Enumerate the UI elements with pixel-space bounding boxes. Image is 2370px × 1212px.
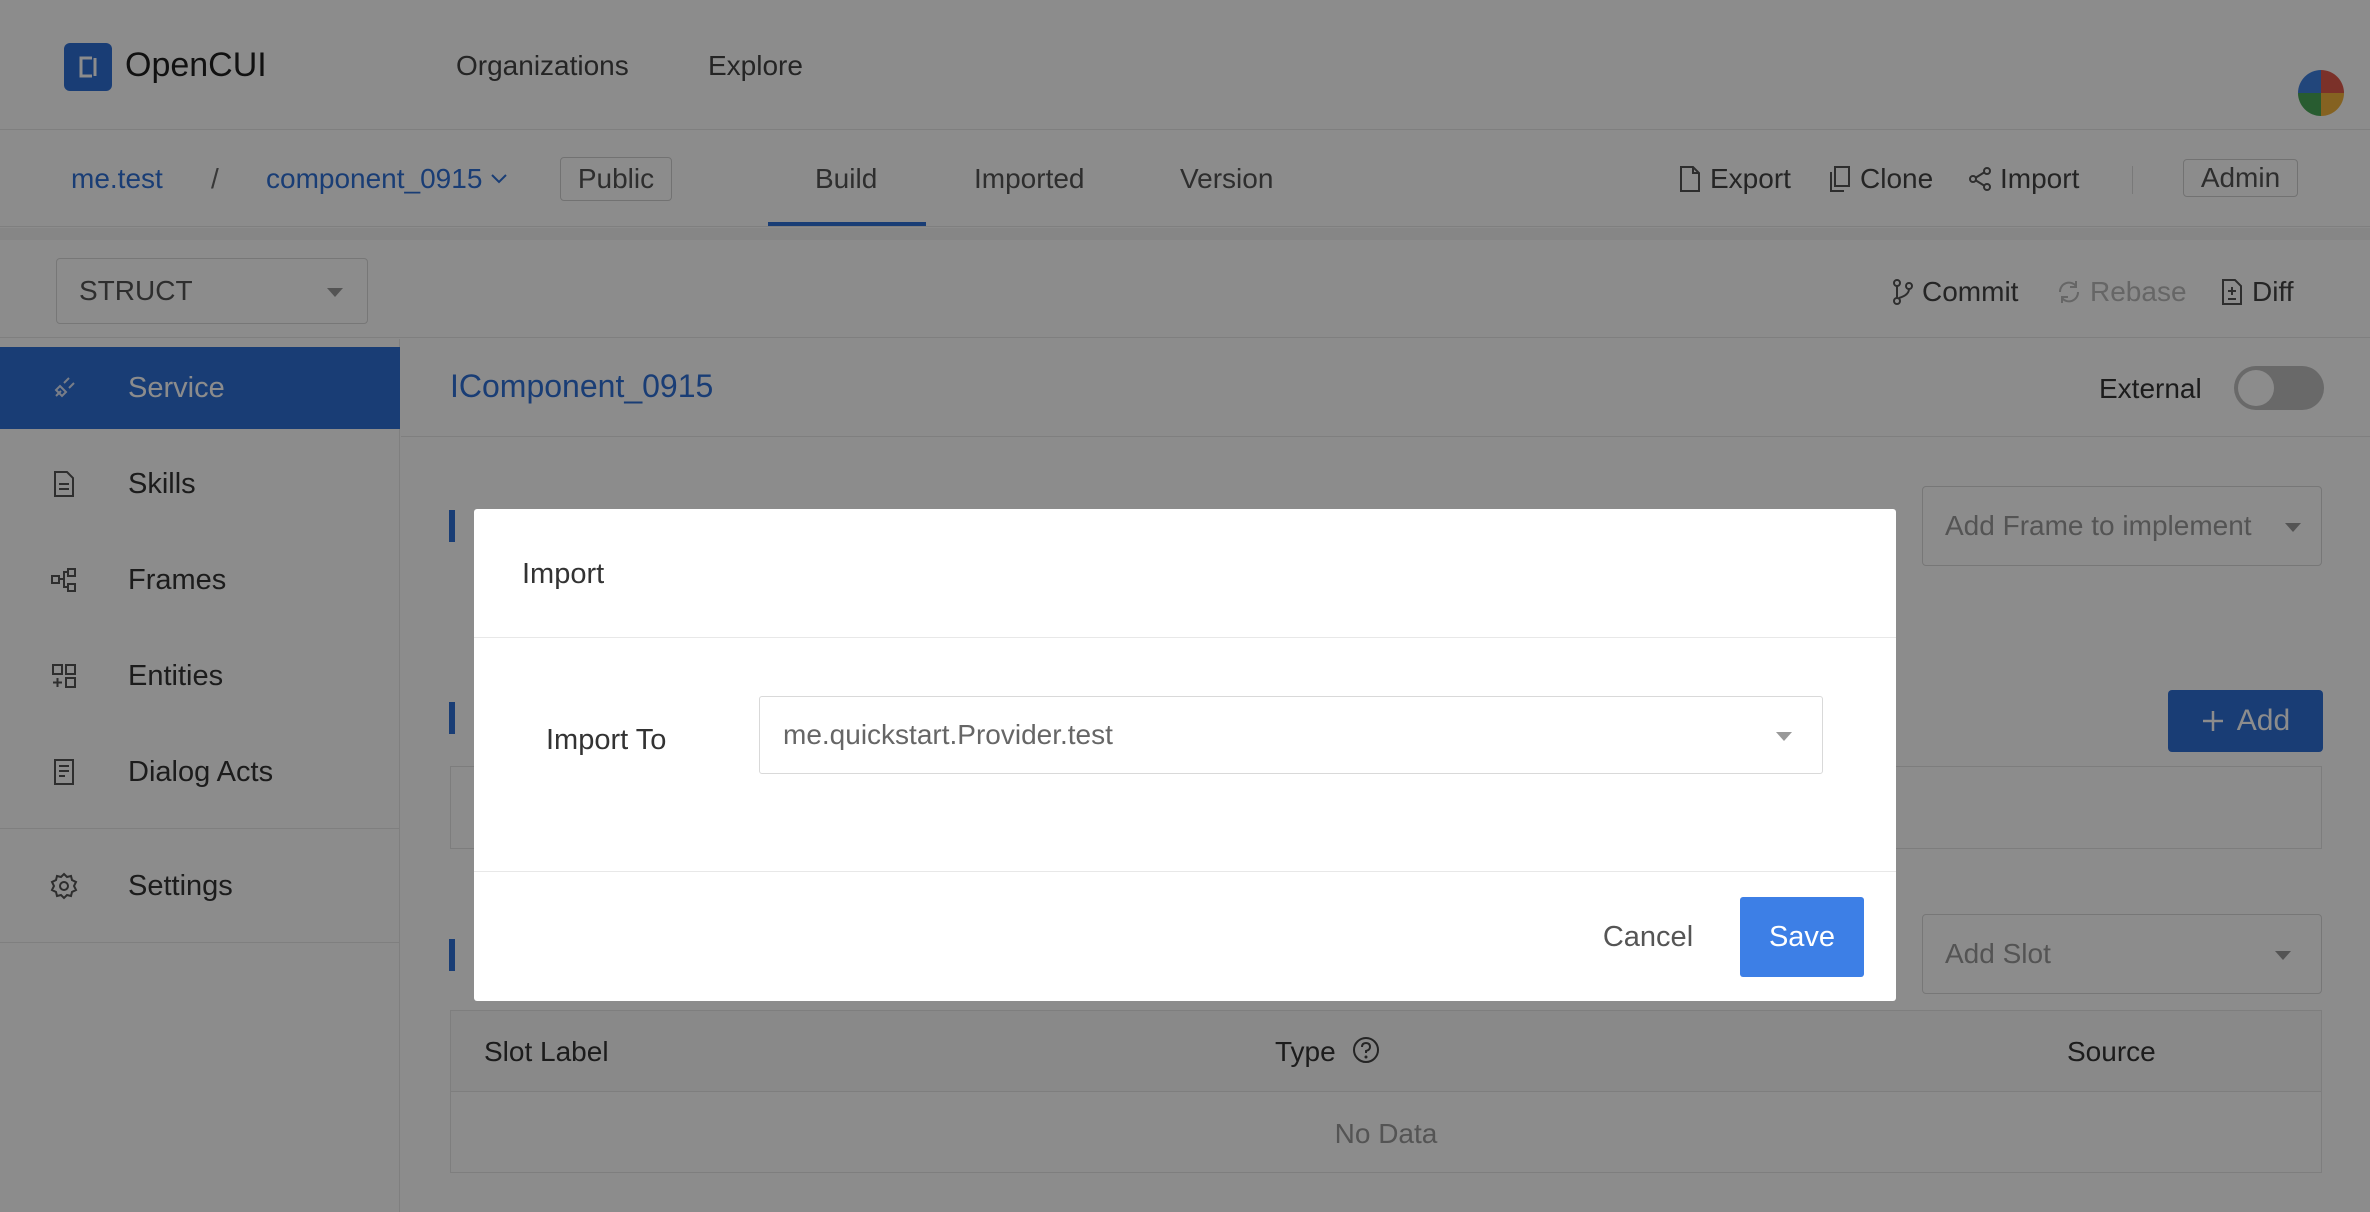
import-to-label: Import To (546, 724, 667, 756)
save-button[interactable]: Save (1740, 897, 1864, 977)
import-to-select[interactable]: me.quickstart.Provider.test (759, 696, 1823, 774)
dialog-title: Import (522, 558, 605, 590)
import-to-value: me.quickstart.Provider.test (783, 719, 1113, 750)
dialog-header-divider (474, 637, 1896, 638)
cancel-button[interactable]: Cancel (1576, 897, 1720, 977)
dialog-footer-divider (474, 871, 1896, 872)
caret-down-icon (1776, 732, 1792, 741)
